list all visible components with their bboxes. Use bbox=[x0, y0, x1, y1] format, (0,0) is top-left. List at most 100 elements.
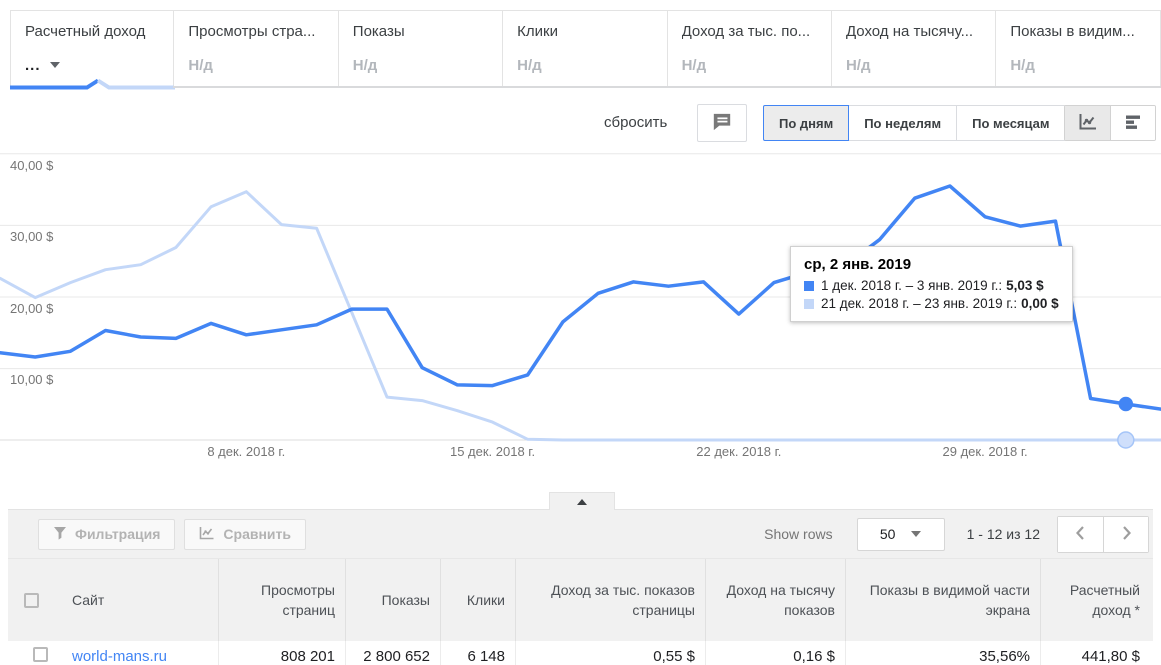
chevron-left-icon bbox=[1071, 523, 1091, 546]
metric-card-2[interactable]: Показы Н/д bbox=[337, 10, 504, 88]
page-views-cell: 808 201 bbox=[218, 641, 345, 665]
site-link[interactable]: world-mans.ru bbox=[72, 648, 167, 665]
column-header-6[interactable]: Показы в видимой части экрана bbox=[845, 559, 1040, 641]
column-header-2[interactable]: Показы bbox=[345, 559, 440, 641]
metric-card-label: Показы в видим... bbox=[1010, 23, 1135, 40]
tooltip-series-row-0: 1 дек. 2018 г. – 3 янв. 2019 г.: 5,03 $ bbox=[804, 278, 1059, 293]
granularity-button-2[interactable]: По месяцам bbox=[957, 105, 1066, 141]
rows-per-page-value: 50 bbox=[879, 526, 896, 542]
collapse-chart-button[interactable] bbox=[549, 492, 615, 510]
y-axis-tick-label: 20,00 $ bbox=[10, 300, 54, 316]
filter-button[interactable]: Фильтрация bbox=[38, 518, 176, 550]
metric-card-label: Расчетный доход bbox=[25, 23, 146, 40]
show-rows-label: Show rows bbox=[764, 526, 833, 542]
granularity-button-1[interactable]: По неделям bbox=[849, 105, 958, 141]
metric-card-1[interactable]: Просмотры стра... Н/д bbox=[173, 10, 339, 88]
x-axis-tick-label: 15 дек. 2018 г. bbox=[449, 444, 536, 459]
metric-underline bbox=[830, 86, 997, 88]
metric-card-3[interactable]: Клики Н/д bbox=[502, 10, 668, 88]
pagination-controls: Show rows 50 1 - 12 из 12 bbox=[764, 515, 1153, 553]
column-header-5[interactable]: Доход на тысячу показов bbox=[705, 559, 845, 641]
next-page-button[interactable] bbox=[1103, 516, 1148, 552]
series-swatch-icon bbox=[804, 298, 814, 309]
rpm-pages-cell: 0,55 $ bbox=[515, 641, 705, 665]
impressions-cell: 2 800 652 bbox=[345, 641, 440, 665]
row-checkbox[interactable] bbox=[33, 647, 48, 662]
column-header-0[interactable]: Сайт bbox=[58, 559, 218, 641]
chevron-down-icon bbox=[911, 531, 922, 537]
chart-view-toggle bbox=[1064, 105, 1156, 141]
metric-underline bbox=[666, 86, 832, 88]
clicks-cell: 6 148 bbox=[440, 641, 515, 665]
column-header-3[interactable]: Клики bbox=[440, 559, 515, 641]
collapse-arrow-icon bbox=[577, 498, 587, 505]
metric-card-label: Доход за тыс. по... bbox=[681, 23, 811, 40]
highlighted-point-previous[interactable] bbox=[1117, 431, 1135, 449]
metric-underline bbox=[173, 86, 339, 88]
column-header-1[interactable]: Просмотры страниц bbox=[218, 559, 345, 641]
metric-card-5[interactable]: Доход на тысячу... Н/д bbox=[830, 10, 997, 88]
chevron-down-icon bbox=[49, 62, 60, 68]
select-all-checkbox[interactable] bbox=[23, 592, 39, 608]
metric-card-value: Н/д bbox=[517, 57, 542, 74]
metric-card-label: Доход на тысячу... bbox=[845, 23, 974, 40]
metric-underline bbox=[995, 86, 1161, 88]
series-swatch-icon bbox=[804, 280, 814, 291]
granularity-button-0[interactable]: По дням bbox=[763, 105, 850, 141]
selected-metric-underline bbox=[10, 77, 175, 90]
metric-card-label: Просмотры стра... bbox=[188, 23, 316, 40]
metric-card-value: Н/д bbox=[188, 57, 213, 74]
metric-card-0[interactable]: Расчетный доход... bbox=[10, 10, 175, 90]
x-axis-tick-label: 8 дек. 2018 г. bbox=[207, 444, 286, 459]
metric-card-value: Н/д bbox=[1010, 57, 1035, 74]
column-header-4[interactable]: Доход за тыс. показов страницы bbox=[515, 559, 705, 641]
highlighted-point-current[interactable] bbox=[1118, 396, 1134, 412]
metric-card-label: Клики bbox=[517, 23, 558, 40]
speech-bubble-icon bbox=[711, 112, 733, 135]
line-chart-icon bbox=[1078, 113, 1098, 134]
column-header-7[interactable]: Расчетный доход * bbox=[1040, 559, 1153, 641]
revenue-cell: 441,80 $ bbox=[1040, 641, 1153, 665]
rpm-impressions-cell: 0,16 $ bbox=[705, 641, 845, 665]
x-axis-tick-label: 22 дек. 2018 г. bbox=[696, 444, 782, 459]
rows-per-page-select[interactable]: 50 bbox=[856, 517, 945, 551]
y-axis-tick-label: 10,00 $ bbox=[10, 372, 54, 388]
table-row: world-mans.ru 808 201 2 800 652 6 148 0,… bbox=[8, 641, 1153, 665]
filter-funnel-icon bbox=[53, 526, 67, 543]
viewability-cell: 35,56% bbox=[845, 641, 1040, 665]
metric-card-value: Н/д bbox=[352, 57, 378, 74]
metric-card-6[interactable]: Показы в видим... Н/д bbox=[995, 10, 1161, 88]
line-chart-view-button[interactable] bbox=[1065, 106, 1110, 140]
chevron-right-icon bbox=[1116, 523, 1136, 546]
bar-list-view-button[interactable] bbox=[1110, 106, 1155, 140]
row-checkbox-cell bbox=[8, 641, 58, 665]
table-header-row: Сайт Просмотры страниц Показы Клики Доход за… bbox=[8, 558, 1153, 641]
compare-button-label: Сравнить bbox=[223, 526, 291, 542]
compare-button[interactable]: Сравнить bbox=[184, 518, 306, 550]
pager bbox=[1057, 515, 1149, 553]
y-axis-tick-label: 30,00 $ bbox=[10, 229, 54, 245]
y-axis-tick-label: 40,00 $ bbox=[10, 157, 54, 173]
metric-card-value: ... bbox=[25, 57, 173, 74]
x-axis-tick-label: 29 дек. 2018 г. bbox=[942, 444, 1028, 459]
chart-tooltip: ср, 2 янв. 2019 1 дек. 2018 г. – 3 янв. … bbox=[790, 246, 1073, 322]
page-range-label: 1 - 12 из 12 bbox=[966, 526, 1040, 542]
tooltip-date-title: ср, 2 янв. 2019 bbox=[804, 256, 912, 273]
metric-card-4[interactable]: Доход за тыс. по... Н/д bbox=[666, 10, 832, 88]
metric-cards-row: Расчетный доход... Просмотры стра... Н/д По… bbox=[10, 10, 1161, 90]
metric-underline bbox=[337, 86, 504, 88]
metric-card-label: Показы bbox=[352, 23, 405, 40]
reset-link[interactable]: сбросить bbox=[604, 114, 667, 131]
compare-chart-icon bbox=[199, 526, 215, 543]
adsense-report-screen: Расчетный доход... Просмотры стра... Н/д По… bbox=[0, 0, 1161, 665]
feedback-comment-button[interactable] bbox=[697, 104, 747, 142]
metric-underline bbox=[502, 86, 668, 88]
select-all-checkbox-cell bbox=[8, 559, 58, 641]
metric-card-value: Н/д bbox=[681, 57, 707, 74]
tooltip-series-row-1: 21 дек. 2018 г. – 23 янв. 2019 г.: 0,00 $ bbox=[804, 296, 1059, 311]
bar-list-icon bbox=[1123, 113, 1143, 134]
granularity-button-group: По дням По неделям По месяцам bbox=[763, 105, 1066, 141]
filter-button-label: Фильтрация bbox=[75, 526, 161, 542]
table-toolbar: Фильтрация Сравнить Show rows 50 1 - 12 … bbox=[8, 509, 1153, 558]
previous-page-button[interactable] bbox=[1058, 516, 1103, 552]
